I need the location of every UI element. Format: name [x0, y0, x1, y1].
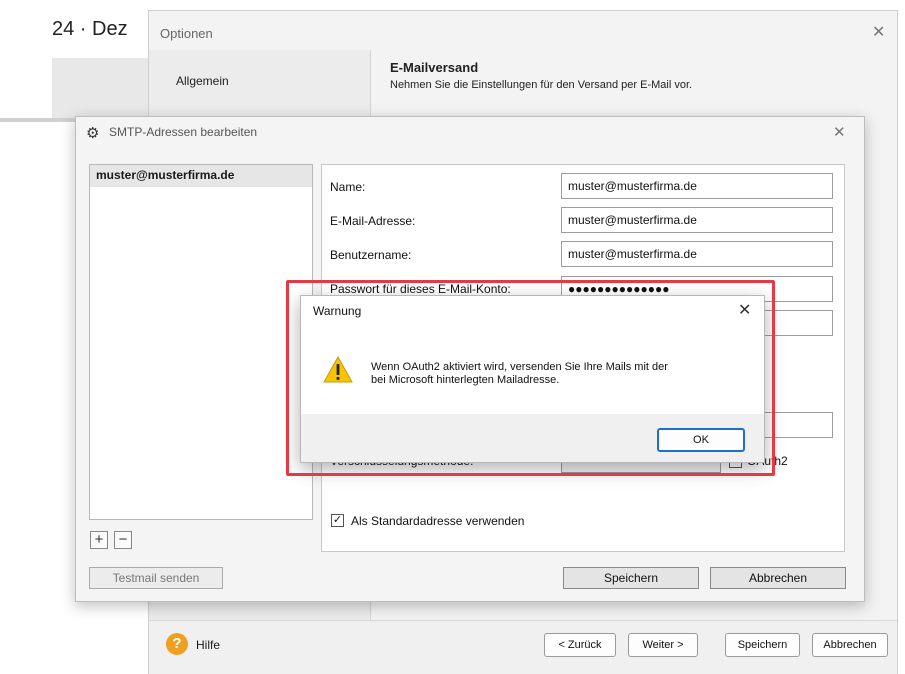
- smtp-cancel-button[interactable]: Abbrechen: [710, 567, 846, 589]
- help-label[interactable]: Hilfe: [196, 638, 220, 652]
- testmail-button[interactable]: Testmail senden: [89, 567, 223, 589]
- section-title: E-Mailversand: [390, 60, 479, 75]
- username-field[interactable]: muster@musterfirma.de: [561, 241, 833, 267]
- back-button[interactable]: < Zurück: [544, 633, 616, 657]
- options-cancel-button[interactable]: Abbrechen: [812, 633, 888, 657]
- section-subtitle: Nehmen Sie die Einstellungen für den Ver…: [390, 79, 693, 91]
- highlight-frame: [286, 280, 775, 476]
- list-item[interactable]: muster@musterfirma.de: [90, 165, 312, 187]
- gear-icon: ⚙: [86, 125, 100, 142]
- add-address-button[interactable]: +: [90, 531, 108, 549]
- default-address-label: Als Standardadresse verwenden: [351, 514, 525, 528]
- background-title: 24 · Dez: [52, 18, 128, 40]
- options-title: Optionen: [160, 26, 213, 41]
- close-icon[interactable]: ✕: [872, 22, 885, 42]
- background-panel: [52, 58, 148, 118]
- email-field[interactable]: muster@musterfirma.de: [561, 207, 833, 233]
- options-save-button[interactable]: Speichern: [725, 633, 800, 657]
- default-address-checkbox[interactable]: ✓: [331, 514, 344, 527]
- email-label: E-Mail-Adresse:: [330, 214, 416, 228]
- close-icon[interactable]: ✕: [833, 123, 846, 141]
- username-label: Benutzername:: [330, 248, 412, 262]
- sidebar-item-allgemein[interactable]: Allgemein: [176, 74, 229, 88]
- next-button[interactable]: Weiter >: [628, 633, 698, 657]
- name-field[interactable]: muster@musterfirma.de: [561, 173, 833, 199]
- help-icon[interactable]: ?: [166, 633, 188, 655]
- smtp-save-button[interactable]: Speichern: [563, 567, 699, 589]
- smtp-dialog-title: SMTP-Adressen bearbeiten: [109, 125, 258, 139]
- remove-address-button[interactable]: −: [114, 531, 132, 549]
- address-list[interactable]: [89, 164, 313, 520]
- name-label: Name:: [330, 180, 366, 194]
